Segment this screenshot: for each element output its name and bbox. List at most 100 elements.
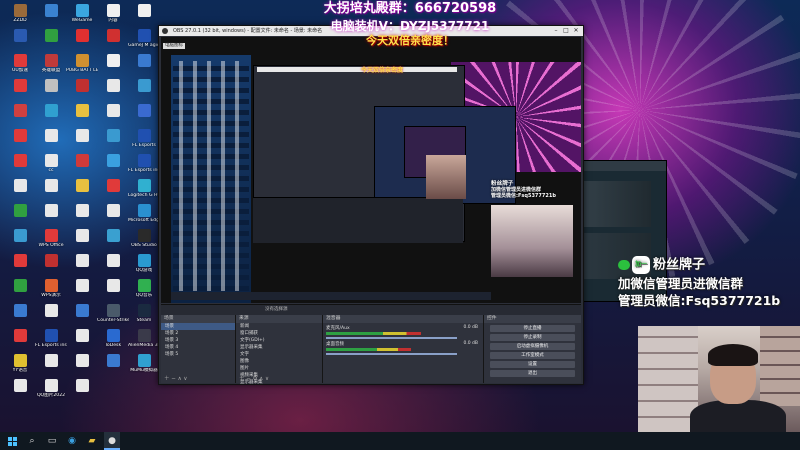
volume-slider[interactable] <box>326 353 457 355</box>
desktop-icon-label: FL Esports installer <box>128 168 160 173</box>
app-icon <box>13 304 27 317</box>
desktop-icon-label: FL Esports installer <box>35 343 67 348</box>
source-toolbar: 没有选择源 <box>161 304 581 315</box>
control-button[interactable]: 停止录制 <box>490 334 575 341</box>
app-icon <box>137 29 151 42</box>
app-icon <box>75 304 89 317</box>
scenes-dock-toolbar[interactable]: ＋ − ∧ ∨ <box>161 375 238 383</box>
source-item[interactable]: 文字(GDI+) <box>236 337 322 344</box>
desktop-icon-label: Steam <box>136 318 152 323</box>
mixer-channel-db: 0.0 dB <box>463 341 478 346</box>
source-item[interactable]: 显示器采集 <box>236 344 322 351</box>
app-icon <box>75 354 89 367</box>
source-item[interactable]: 文字 <box>236 351 322 358</box>
desktop-icon[interactable] <box>66 377 98 413</box>
app-icon <box>75 104 89 117</box>
app-icon <box>44 54 58 67</box>
mixer-channel: 麦克风/Aux 0.0 dB <box>326 325 480 339</box>
app-icon <box>75 329 89 342</box>
mixer-dock: 混音器 麦克风/Aux 0.0 dB 桌面音频 0.0 dB <box>323 315 484 383</box>
scene-item[interactable]: 场景 2 <box>161 330 235 337</box>
obs-icon[interactable]: ● <box>104 432 120 450</box>
control-button[interactable]: 退出 <box>490 370 575 377</box>
no-source-selected-text: 没有选择源 <box>265 307 288 312</box>
source-item[interactable]: 图像 <box>236 358 322 365</box>
windows-logo-icon[interactable] <box>4 432 20 450</box>
mixer-dock-header: 混音器 <box>323 315 483 323</box>
app-icon <box>44 29 58 42</box>
app-icon <box>44 204 58 217</box>
app-icon <box>75 254 89 267</box>
scene-item[interactable]: 场景 4 <box>161 344 235 351</box>
desktop-icon[interactable]: MuMu模拟器 <box>128 352 160 388</box>
source-item[interactable]: 图片 <box>236 365 322 372</box>
control-button[interactable]: 工作室模式 <box>490 352 575 359</box>
search-icon[interactable]: ⌕ <box>24 432 40 450</box>
webcam-overlay <box>638 326 800 432</box>
desktop-icon-label: cc <box>48 168 54 173</box>
task-view-icon[interactable]: ▭ <box>44 432 60 450</box>
obs-app-icon <box>162 28 168 34</box>
maximize-icon[interactable]: □ <box>561 26 571 36</box>
source-item[interactable]: 新闻 <box>236 323 322 330</box>
app-icon <box>137 279 151 292</box>
control-button[interactable]: 停止直播 <box>490 325 575 332</box>
fans-line2: 加微信管理员进微信群 <box>618 275 744 291</box>
obs-window[interactable]: OBS 27.0.1 (32 bit, windows) - 配置文件: 未命名… <box>158 25 584 385</box>
close-icon[interactable]: ✕ <box>571 26 581 36</box>
obs-docks: 场景 场景 场景 2 场景 3 场景 4 场景 5 ＋ − ∧ ∨ 来源 新闻 窗口捕获文… <box>161 315 581 385</box>
volume-slider[interactable] <box>326 337 457 339</box>
app-icon <box>13 254 27 267</box>
app-icon <box>13 54 27 67</box>
file-explorer-icon[interactable]: ▰ <box>84 432 100 450</box>
app-icon <box>13 104 27 117</box>
app-icon <box>137 4 151 17</box>
preview-nested-titlebar <box>257 67 457 72</box>
app-icon <box>75 279 89 292</box>
minimize-icon[interactable]: – <box>551 26 561 36</box>
app-icon <box>75 29 89 42</box>
desktop-icon-label: QQ音乐 <box>135 293 153 298</box>
app-icon <box>44 329 58 342</box>
obs-preview[interactable]: 电脑图标 今天双倍亲密度 粉丝牌子 加微信管理员进微信群 管理员微信:Fsq53… <box>161 37 581 303</box>
fans-line3: 管理员微信:Fsq5377721b <box>618 292 781 308</box>
scene-item[interactable]: 场景 3 <box>161 337 235 344</box>
app-icon <box>137 179 151 192</box>
app-icon <box>44 4 58 17</box>
control-button[interactable]: 设置 <box>490 361 575 368</box>
desktop-icon-label: 英雄联盟 <box>41 68 61 73</box>
desktop-icon-label: Logitech G HUB <box>128 193 160 198</box>
app-icon <box>44 79 58 92</box>
desktop-icon[interactable] <box>4 377 36 413</box>
app-icon <box>137 304 151 317</box>
edge-icon[interactable]: ◉ <box>64 432 80 450</box>
desktop-icon-label: YY语音 <box>12 368 28 373</box>
desktop-icon-label: 内容 <box>108 18 118 23</box>
sources-dock-toolbar[interactable]: ＋ − ⚙ ∧ ∨ <box>236 375 325 383</box>
taskbar: ⌕ ▭ ◉ ▰ ● <box>0 432 800 450</box>
sources-dock-header: 来源 <box>236 315 322 323</box>
app-icon <box>13 279 27 292</box>
app-icon <box>106 179 120 192</box>
preview-banner: 今天双倍亲密度 <box>361 67 404 74</box>
preview-webcam <box>491 205 573 277</box>
webcam-person-body <box>690 400 786 432</box>
desktop-icon-label: QQ游戏 <box>135 268 153 273</box>
source-item[interactable]: 窗口捕获 <box>236 330 322 337</box>
desktop-icon-label: MuMu模拟器 <box>130 368 158 373</box>
scene-item[interactable]: 场景 <box>161 323 235 330</box>
app-icon <box>13 329 27 342</box>
desktop-icon-label: PUBG BATT LEGROUNDS <box>66 68 98 73</box>
app-icon <box>75 179 89 192</box>
app-icon <box>137 229 151 242</box>
app-icon <box>137 129 151 142</box>
desktop-icon-label: ZZDD <box>13 18 27 23</box>
mixer-channel-db: 0.0 dB <box>463 325 478 330</box>
scene-item[interactable]: 场景 5 <box>161 351 235 358</box>
desktop-icon[interactable] <box>97 352 129 388</box>
desktop-icon[interactable]: QQ图片2022 <box>35 377 67 413</box>
app-icon <box>137 104 151 117</box>
desktop: ZZDD WeGame 内容 GameJ M agician UU加速 英雄联盟 PUBG … <box>0 0 800 432</box>
control-button[interactable]: 启动虚拟摄像机 <box>490 343 575 350</box>
mixer-channel-name: 麦克风/Aux <box>326 326 350 331</box>
